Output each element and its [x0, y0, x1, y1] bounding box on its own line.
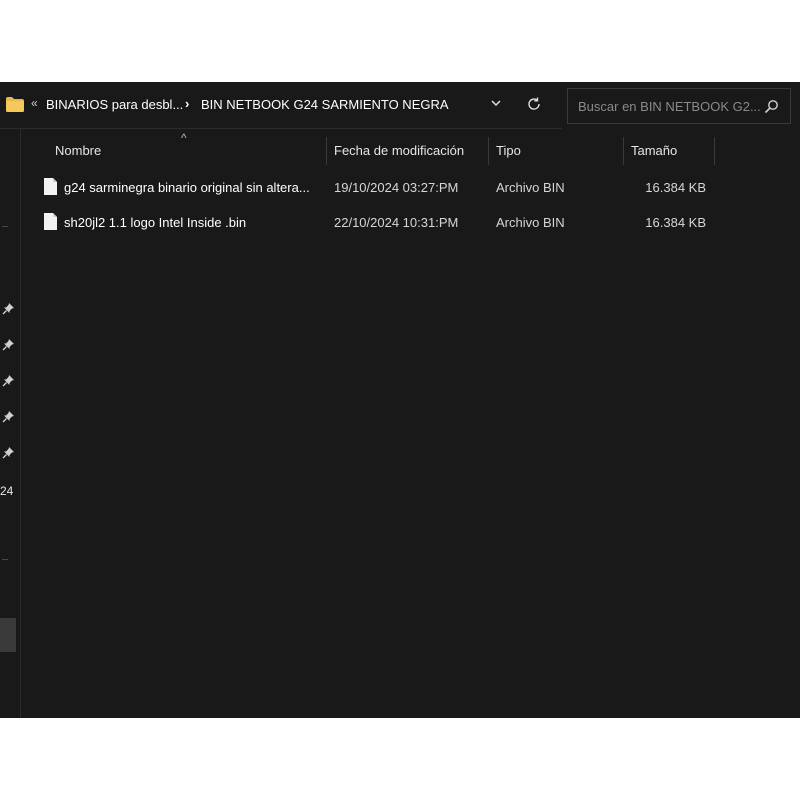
file-icon [44, 178, 57, 195]
file-modified-date: 19/10/2024 03:27:PM [334, 180, 459, 195]
file-type: Archivo BIN [496, 180, 565, 195]
column-header-size-label: Tamaño [631, 143, 678, 158]
pin-icon[interactable] [2, 302, 15, 315]
nav-item-selected[interactable] [0, 618, 16, 652]
nav-divider [2, 226, 8, 227]
column-header-name-label: Nombre [55, 143, 102, 158]
address-bar[interactable]: « BINARIOS para desbl... › BIN NETBOOK G… [0, 82, 562, 129]
nav-divider [2, 559, 8, 560]
column-header-size[interactable]: Tamaño [624, 129, 714, 167]
column-divider[interactable] [714, 137, 715, 165]
column-header-type[interactable]: Tipo [489, 129, 623, 167]
search-icon[interactable] [764, 99, 779, 114]
search-placeholder: Buscar en BIN NETBOOK G2... [578, 99, 761, 114]
chevron-down-icon[interactable] [489, 96, 503, 110]
breadcrumb-binarios[interactable]: BINARIOS para desbl... [46, 97, 183, 112]
file-icon [44, 213, 57, 230]
breadcrumb-bin-netbook[interactable]: BIN NETBOOK G24 SARMIENTO NEGRA [201, 97, 449, 112]
pin-icon[interactable] [2, 374, 15, 387]
search-input[interactable]: Buscar en BIN NETBOOK G2... [567, 88, 791, 124]
refresh-icon[interactable] [525, 95, 543, 113]
file-name[interactable]: g24 sarminegra binario original sin alte… [64, 180, 310, 195]
column-header-name[interactable]: Nombre [20, 129, 326, 167]
file-explorer-window: « BINARIOS para desbl... › BIN NETBOOK G… [0, 82, 800, 718]
column-header-modified[interactable]: Fecha de modificación [327, 129, 488, 167]
file-size: 16.384 KB [645, 180, 706, 195]
breadcrumb-separator[interactable]: › [185, 96, 189, 111]
nav-item-g24[interactable]: 24 [0, 484, 13, 498]
file-row[interactable]: sh20jl2 1.1 logo Intel Inside .bin 22/10… [20, 205, 800, 239]
file-type: Archivo BIN [496, 215, 565, 230]
navigation-pane: 24 [0, 129, 21, 718]
file-size: 16.384 KB [645, 215, 706, 230]
pin-icon[interactable] [2, 338, 15, 351]
pin-icon[interactable] [2, 446, 15, 459]
folder-icon [6, 97, 24, 112]
file-modified-date: 22/10/2024 10:31:PM [334, 215, 459, 230]
file-row[interactable]: g24 sarminegra binario original sin alte… [20, 170, 800, 204]
column-header-row: ^ Nombre Fecha de modificación Tipo Tama… [20, 129, 800, 167]
file-name[interactable]: sh20jl2 1.1 logo Intel Inside .bin [64, 215, 246, 230]
pin-icon[interactable] [2, 410, 15, 423]
breadcrumb-overflow-button[interactable]: « [31, 96, 38, 110]
column-header-modified-label: Fecha de modificación [334, 143, 465, 158]
column-header-type-label: Tipo [496, 143, 521, 158]
